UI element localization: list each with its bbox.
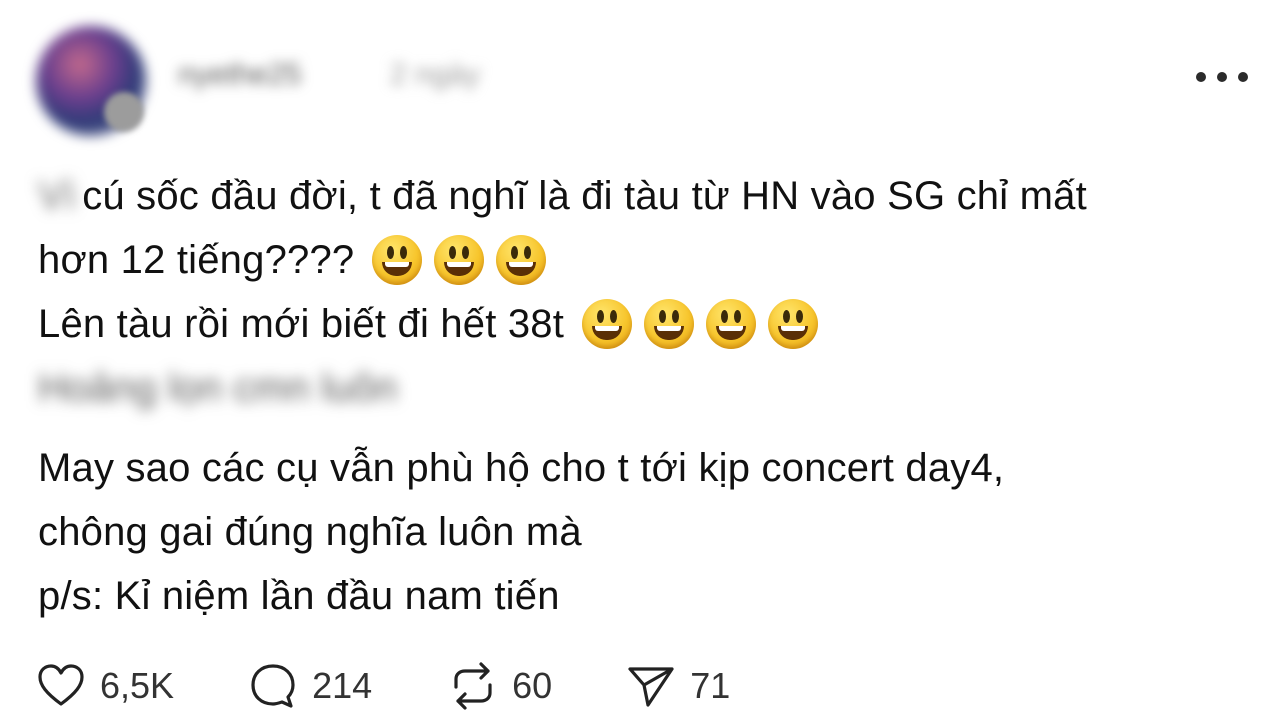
- avatar-badge: [104, 92, 144, 132]
- grinning-face-emoji-icon: [768, 299, 819, 349]
- post-text-line: p/s: Kỉ niệm lần đầu nam tiến: [38, 564, 1238, 628]
- more-dot-icon: [1217, 72, 1227, 82]
- more-dot-icon: [1196, 72, 1206, 82]
- repost-icon: [454, 662, 492, 710]
- more-options-button[interactable]: [1196, 62, 1248, 92]
- more-dot-icon: [1238, 72, 1248, 82]
- post-text-line: hơn 12 tiếng????: [38, 228, 1238, 292]
- grinning-face-emoji-icon: [496, 235, 547, 285]
- repost-button[interactable]: 60: [448, 661, 552, 711]
- post-text: Lên tàu rồi mới biết đi hết 38t: [38, 302, 565, 346]
- like-count: 6,5K: [100, 665, 175, 706]
- post-text: p/s: Kỉ niệm lần đầu nam tiến: [38, 574, 560, 618]
- username[interactable]: nyethe25: [178, 58, 301, 92]
- grinning-face-emoji-icon: [372, 235, 423, 285]
- post-text: hơn 12 tiếng????: [38, 238, 355, 282]
- post-text-line: chông gai đúng nghĩa luôn mà: [38, 500, 1238, 564]
- post-text: May sao các cụ vẫn phù hộ cho t tới kịp …: [38, 446, 1005, 490]
- like-button[interactable]: 6,5K: [36, 661, 174, 711]
- blurred-word: Vì: [38, 174, 77, 218]
- post-text: cú sốc đầu đời, t đã nghĩ là đi tàu từ H…: [82, 174, 1087, 218]
- share-button[interactable]: 71: [626, 661, 730, 711]
- reply-button[interactable]: 214: [248, 661, 372, 711]
- reply-count: 214: [312, 665, 373, 706]
- send-icon: [628, 667, 674, 707]
- repost-count: 60: [512, 665, 553, 706]
- heart-icon: [38, 664, 84, 706]
- action-bar: 6,5K 214 60 71: [36, 656, 730, 716]
- post-text-line: May sao các cụ vẫn phù hộ cho t tới kịp …: [38, 436, 1238, 500]
- post-text-line: Hoảng lọn cmn luôn: [38, 356, 1238, 420]
- post-header: nyethe25 2 ngày: [0, 0, 1262, 150]
- post-body: Vì cú sốc đầu đời, t đã nghĩ là đi tàu t…: [38, 164, 1238, 628]
- share-count: 71: [690, 665, 731, 706]
- timestamp: 2 ngày: [390, 58, 481, 91]
- grinning-face-emoji-icon: [434, 235, 485, 285]
- grinning-face-emoji-icon: [644, 299, 695, 349]
- grinning-face-emoji-icon: [582, 299, 633, 349]
- post-text-line: Vì cú sốc đầu đời, t đã nghĩ là đi tàu t…: [38, 164, 1238, 228]
- grinning-face-emoji-icon: [706, 299, 757, 349]
- post-text-line: Lên tàu rồi mới biết đi hết 38t: [38, 292, 1238, 356]
- blurred-text: Hoảng lọn cmn luôn: [38, 366, 398, 410]
- post-text: chông gai đúng nghĩa luôn mà: [38, 510, 582, 554]
- comment-icon: [251, 664, 295, 708]
